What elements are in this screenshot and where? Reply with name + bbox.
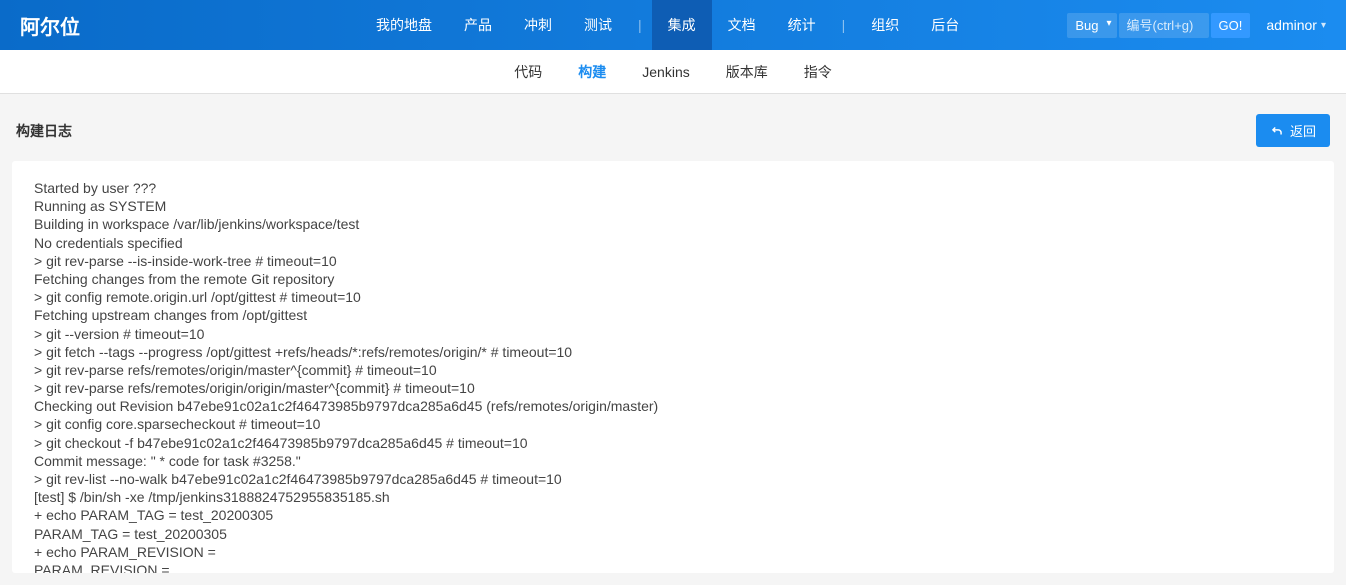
- nav-item-0[interactable]: 我的地盘: [360, 0, 448, 50]
- nav-divider: |: [628, 17, 652, 33]
- search-user-controls: Bug GO! adminor: [1067, 13, 1326, 38]
- back-button-label: 返回: [1290, 121, 1316, 140]
- nav-item-5[interactable]: 文档: [712, 0, 772, 50]
- user-menu[interactable]: adminor: [1266, 17, 1326, 33]
- top-navbar: 阿尔位 我的地盘产品冲刺测试|集成文档统计|组织后台 Bug GO! admin…: [0, 0, 1346, 50]
- nav-item-2[interactable]: 冲刺: [508, 0, 568, 50]
- nav-item-8[interactable]: 后台: [915, 0, 975, 50]
- nav-divider: |: [832, 17, 856, 33]
- subnav-item-1[interactable]: 构建: [560, 50, 624, 93]
- subnav-item-2[interactable]: Jenkins: [624, 50, 707, 93]
- nav-item-1[interactable]: 产品: [448, 0, 508, 50]
- search-type-select[interactable]: Bug: [1067, 13, 1116, 38]
- build-log-output: Started by user ??? Running as SYSTEM Bu…: [12, 161, 1334, 573]
- back-button[interactable]: 返回: [1256, 114, 1330, 147]
- subnav-item-3[interactable]: 版本库: [708, 50, 786, 93]
- nav-item-3[interactable]: 测试: [568, 0, 628, 50]
- search-input[interactable]: [1119, 13, 1209, 38]
- subnav-item-4[interactable]: 指令: [786, 50, 850, 93]
- search-go-button[interactable]: GO!: [1211, 13, 1251, 38]
- content-area: 构建日志 返回 Started by user ??? Running as S…: [0, 94, 1346, 585]
- main-nav: 我的地盘产品冲刺测试|集成文档统计|组织后台: [360, 0, 975, 50]
- nav-item-4[interactable]: 集成: [652, 0, 712, 50]
- subnav-item-0[interactable]: 代码: [496, 50, 560, 93]
- nav-item-7[interactable]: 组织: [855, 0, 915, 50]
- panel-title: 构建日志: [16, 121, 72, 141]
- sub-nav: 代码构建Jenkins版本库指令: [0, 50, 1346, 94]
- back-arrow-icon: [1270, 124, 1284, 138]
- nav-item-6[interactable]: 统计: [772, 0, 832, 50]
- content-header: 构建日志 返回: [12, 106, 1334, 161]
- app-logo[interactable]: 阿尔位: [20, 11, 80, 40]
